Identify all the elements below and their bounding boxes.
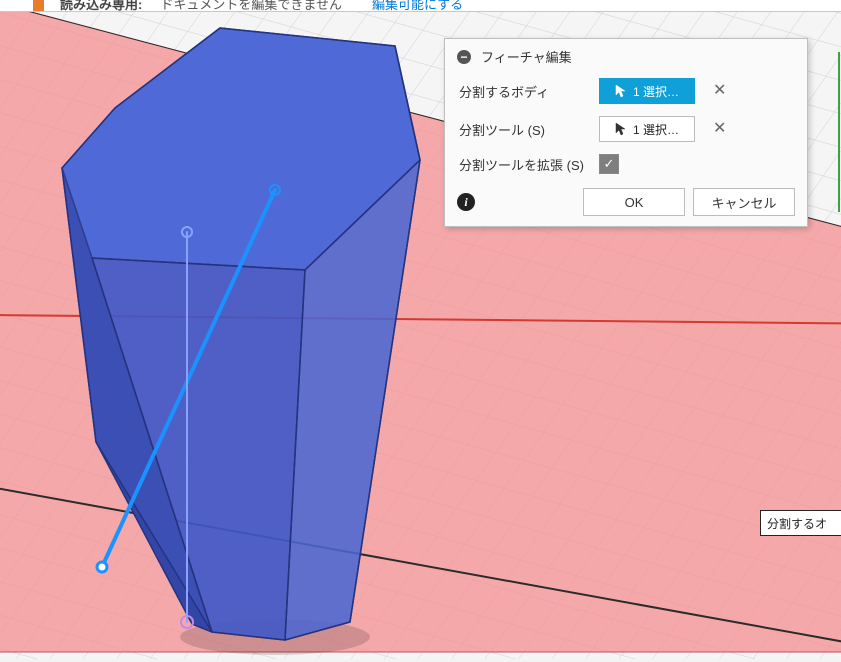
cancel-button[interactable]: キャンセル bbox=[693, 188, 795, 216]
cursor-icon bbox=[615, 122, 627, 136]
label-split-tool: 分割ツール (S) bbox=[459, 120, 599, 139]
feature-edit-dialog[interactable]: − フィーチャ編集 分割するボディ 1 選択… ✕ 分割ツール (S) 1 選択… bbox=[444, 38, 808, 227]
row-split-tool: 分割ツール (S) 1 選択… ✕ bbox=[445, 110, 807, 148]
readonly-description: ドキュメントを編集できません bbox=[160, 0, 342, 10]
label-split-body: 分割するボディ bbox=[459, 82, 599, 101]
row-extend-tool: 分割ツールを拡張 (S) ✓ bbox=[445, 148, 807, 180]
checkbox-extend-tool[interactable]: ✓ bbox=[599, 154, 619, 174]
clear-split-body[interactable]: ✕ bbox=[713, 83, 726, 99]
clear-split-tool[interactable]: ✕ bbox=[713, 121, 726, 137]
ok-button[interactable]: OK bbox=[583, 188, 685, 216]
collapse-icon[interactable]: − bbox=[457, 50, 471, 64]
selector-split-body[interactable]: 1 選択… bbox=[599, 78, 695, 104]
selector-split-body-value: 1 選択… bbox=[633, 83, 679, 100]
tooltip-text: 分割するオ bbox=[767, 515, 827, 532]
selector-split-tool-value: 1 選択… bbox=[633, 121, 679, 138]
info-icon[interactable]: i bbox=[457, 193, 475, 211]
dialog-title: フィーチャ編集 bbox=[481, 47, 572, 66]
hover-tooltip: 分割するオ bbox=[760, 510, 841, 536]
cursor-icon bbox=[615, 84, 627, 98]
label-extend-tool: 分割ツールを拡張 (S) bbox=[459, 155, 599, 174]
row-split-body: 分割するボディ 1 選択… ✕ bbox=[445, 72, 807, 110]
selector-split-tool[interactable]: 1 選択… bbox=[599, 116, 695, 142]
readonly-banner: 読み込み専用: ドキュメントを編集できません 編集可能にする bbox=[0, 0, 841, 12]
readonly-label: 読み込み専用: bbox=[60, 0, 142, 10]
enable-edit-link[interactable]: 編集可能にする bbox=[372, 0, 463, 10]
dialog-footer: i OK キャンセル bbox=[445, 180, 807, 226]
readonly-indicator-icon bbox=[33, 0, 44, 11]
dialog-title-bar[interactable]: − フィーチャ編集 bbox=[445, 39, 807, 72]
